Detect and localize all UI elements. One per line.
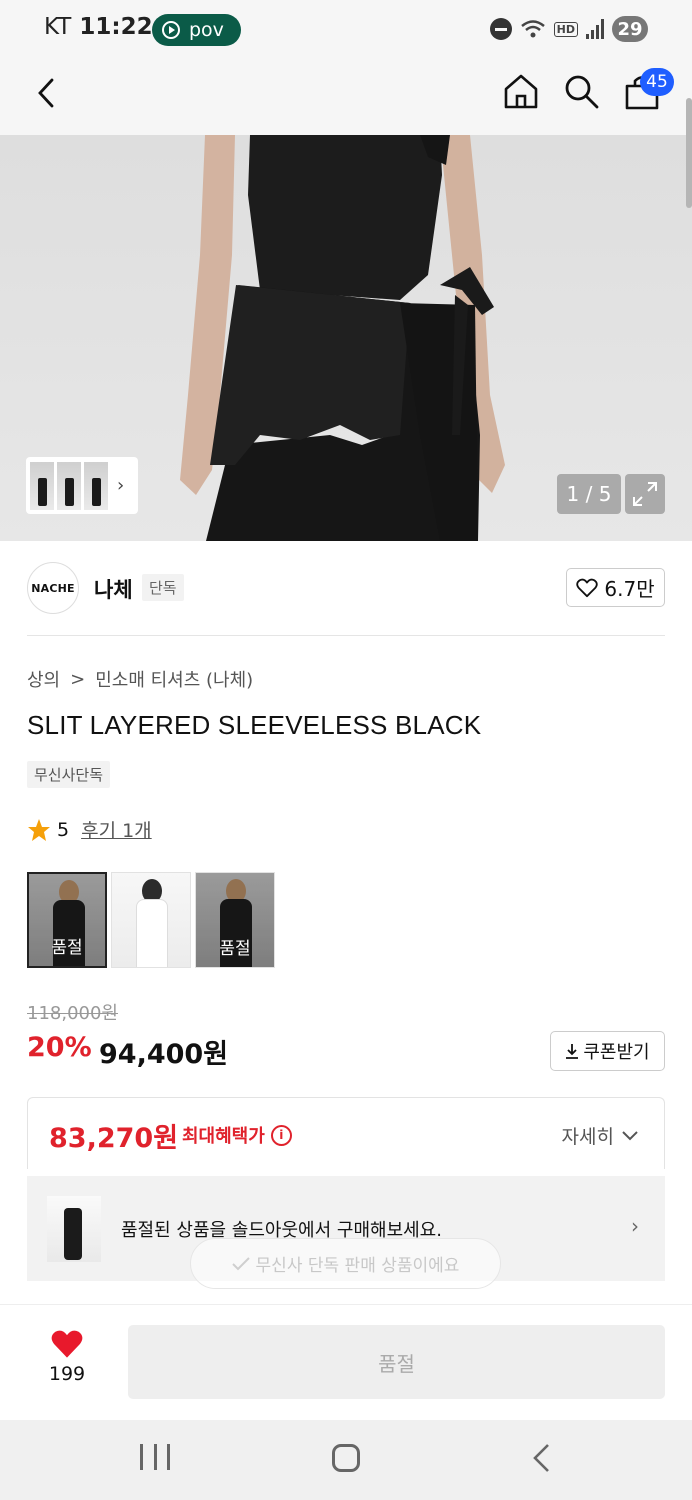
system-nav-bar bbox=[0, 1420, 692, 1500]
chevron-right-icon: › bbox=[117, 475, 125, 496]
exclusive-toast: 무신사 단독 판매 상품이에요 bbox=[190, 1238, 501, 1289]
discount-rate: 20% bbox=[27, 1032, 92, 1063]
garment bbox=[136, 899, 168, 967]
info-icon[interactable]: i bbox=[270, 1124, 292, 1146]
do-not-disturb-icon bbox=[489, 18, 512, 40]
benefit-detail-toggle[interactable]: 자세히 bbox=[562, 1122, 638, 1149]
color-option-black-sleeveless[interactable]: 품절 bbox=[27, 872, 107, 968]
battery-icon: 29 bbox=[612, 16, 648, 42]
coupon-download-button[interactable]: 쿠폰받기 bbox=[550, 1031, 665, 1071]
chevron-right-icon: › bbox=[631, 1214, 639, 1238]
color-option-list: 품절 품절 bbox=[27, 872, 275, 968]
exclusive-badge: 단독 bbox=[142, 574, 184, 601]
recent-apps-icon[interactable] bbox=[140, 1444, 170, 1472]
chevron-down-icon bbox=[622, 1130, 638, 1140]
clock: 11:22 bbox=[79, 14, 153, 40]
image-thumbnail-strip[interactable]: › bbox=[26, 457, 138, 514]
download-icon bbox=[566, 1044, 579, 1059]
status-carrier-time: KT 11:22 bbox=[44, 14, 153, 40]
sale-price: 94,400원 bbox=[99, 1039, 229, 1070]
breadcrumb-subcategory[interactable]: 민소매 티셔츠 (나체) bbox=[95, 666, 253, 692]
musinsa-exclusive-tag: 무신사단독 bbox=[27, 761, 111, 788]
signal-icon bbox=[586, 19, 604, 39]
max-benefit-price: 83,270원 bbox=[49, 1123, 179, 1154]
brand-logo[interactable]: NACHE bbox=[27, 562, 79, 614]
heart-filled-icon bbox=[51, 1330, 83, 1358]
top-nav: 45 bbox=[0, 60, 692, 135]
image-counter: 1 / 5 bbox=[557, 474, 621, 514]
thumbnail-image[interactable] bbox=[57, 461, 81, 510]
check-icon bbox=[231, 1256, 250, 1270]
thumbnail-image[interactable] bbox=[30, 461, 54, 510]
color-option-black-slit[interactable]: 품절 bbox=[195, 872, 275, 968]
rating-score: 5 bbox=[57, 818, 70, 841]
hd-icon: HD bbox=[553, 21, 578, 37]
brand-like-count: 6.7만 bbox=[604, 577, 655, 601]
max-benefit-text: 최대혜택가 bbox=[182, 1126, 265, 1147]
original-price: 118,000원 bbox=[27, 1003, 118, 1024]
purchase-bar: 199 품절 bbox=[0, 1304, 692, 1420]
toast-message: 무신사 단독 판매 상품이에요 bbox=[255, 1256, 460, 1276]
banner-product-thumbnail bbox=[47, 1196, 101, 1262]
breadcrumb-category[interactable]: 상의 bbox=[27, 666, 60, 692]
breadcrumb-separator: > bbox=[70, 668, 86, 690]
home-button-icon[interactable] bbox=[332, 1444, 360, 1472]
thumbnail-image[interactable] bbox=[84, 461, 108, 510]
status-bar: KT 11:22 pov HD 29 bbox=[0, 0, 692, 60]
expand-icon[interactable] bbox=[625, 474, 665, 514]
divider bbox=[27, 635, 665, 636]
recording-indicator: pov bbox=[152, 14, 241, 46]
star-icon bbox=[28, 818, 50, 841]
soldout-label: 품절 bbox=[196, 873, 274, 967]
home-icon[interactable] bbox=[502, 72, 540, 110]
product-title: SLIT LAYERED SLEEVELESS BLACK bbox=[27, 710, 482, 740]
rating: 5 후기 1개 bbox=[27, 816, 152, 843]
heart-outline-icon bbox=[576, 578, 599, 597]
carrier-label: KT bbox=[44, 14, 72, 40]
max-benefit-box: 83,270원 최대혜택가 i 자세히 bbox=[27, 1097, 665, 1169]
brand-name[interactable]: 나체 bbox=[94, 574, 133, 604]
product-like-button[interactable]: 199 bbox=[36, 1329, 98, 1399]
max-benefit-label: 최대혜택가 i bbox=[182, 1122, 292, 1148]
soldout-label: 품절 bbox=[29, 874, 105, 966]
color-option-white[interactable] bbox=[111, 872, 191, 968]
review-link[interactable]: 후기 1개 bbox=[81, 816, 152, 843]
product-like-count: 199 bbox=[48, 1363, 86, 1385]
recording-label: pov bbox=[189, 19, 224, 41]
wifi-icon bbox=[520, 20, 545, 38]
breadcrumb: 상의 > 민소매 티셔츠 (나체) bbox=[27, 666, 253, 692]
detail-label: 자세히 bbox=[561, 1126, 614, 1148]
cart-count-badge: 45 bbox=[640, 68, 674, 96]
system-back-icon[interactable] bbox=[528, 1442, 558, 1474]
soldout-purchase-button[interactable]: 품절 bbox=[128, 1325, 665, 1399]
back-arrow-icon[interactable] bbox=[30, 76, 64, 110]
search-icon[interactable] bbox=[562, 72, 600, 110]
coupon-label: 쿠폰받기 bbox=[583, 1042, 650, 1063]
status-icons: HD 29 bbox=[489, 16, 648, 42]
page-scrollbar[interactable] bbox=[686, 98, 692, 208]
brand-like-button[interactable]: 6.7만 bbox=[566, 568, 665, 607]
play-icon bbox=[162, 21, 180, 39]
